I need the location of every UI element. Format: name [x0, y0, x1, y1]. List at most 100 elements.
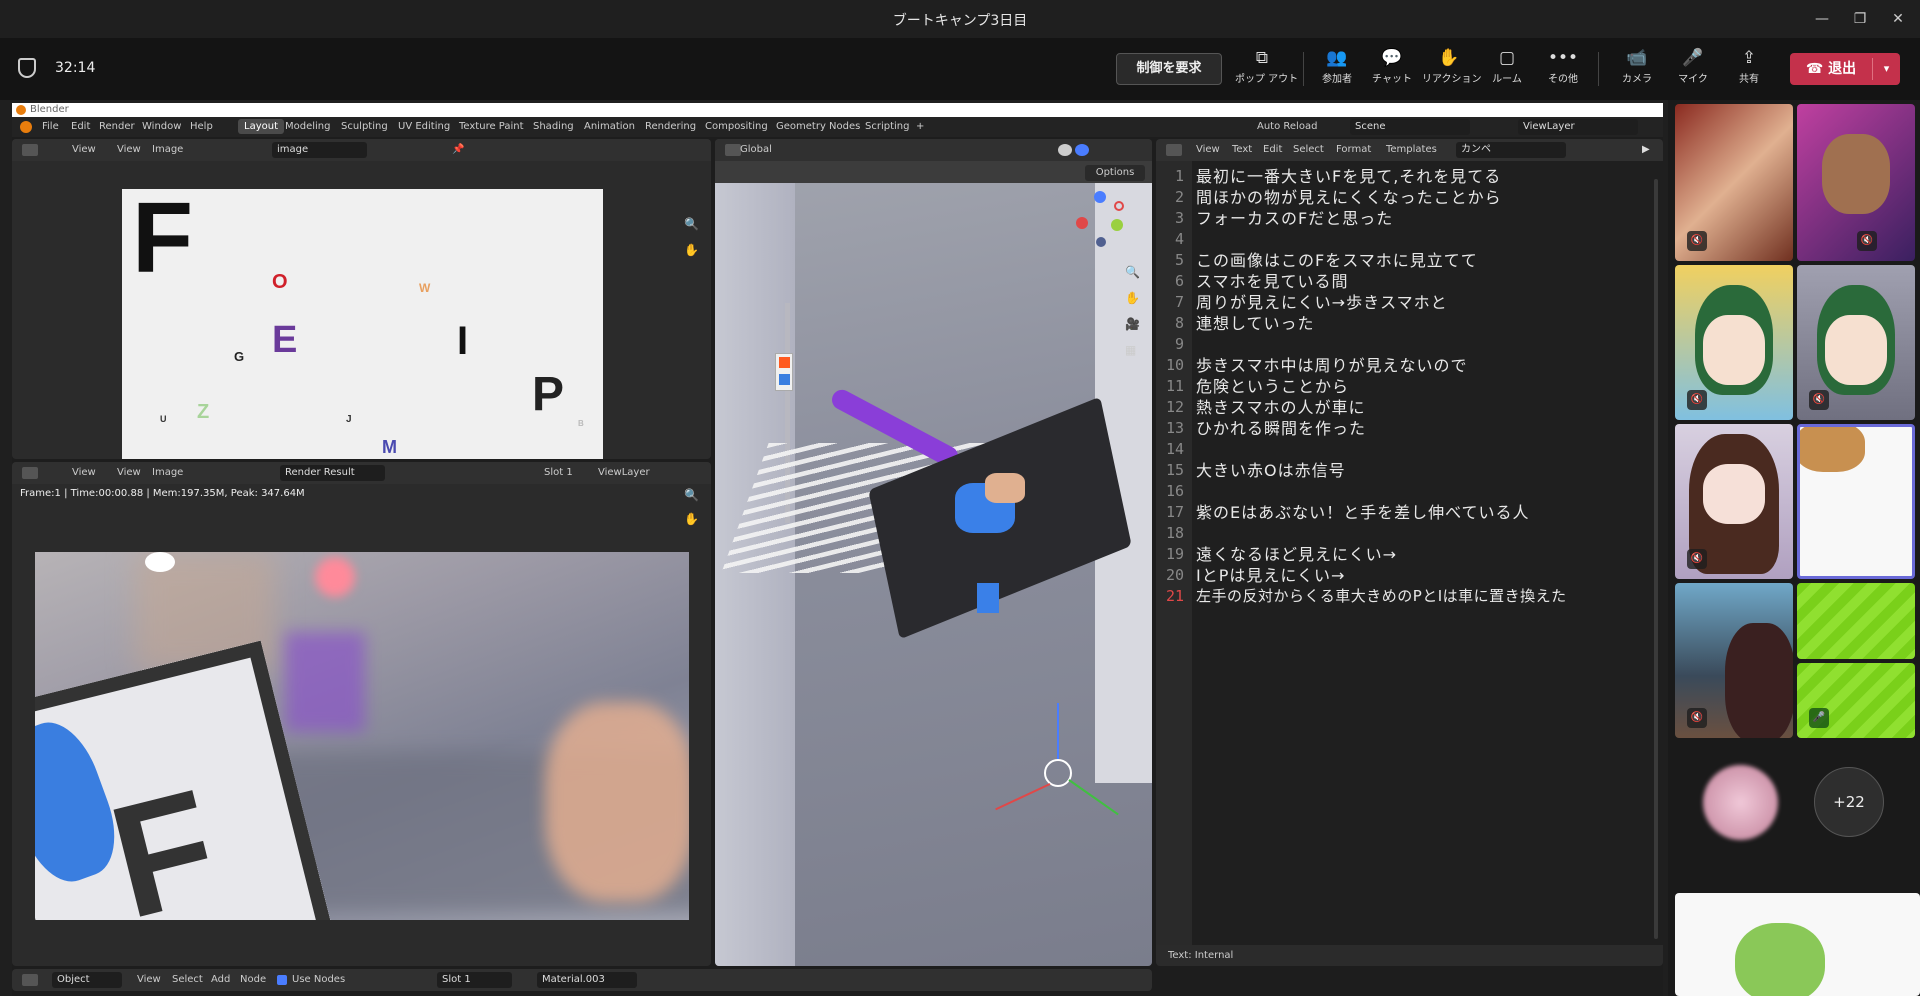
use-nodes-checkbox[interactable] — [277, 975, 287, 985]
participant-video-tile[interactable]: 🔇 — [1675, 583, 1793, 738]
text-menu-view[interactable]: View — [1196, 144, 1220, 155]
grid-icon[interactable]: ▦ — [1125, 343, 1136, 357]
text-content[interactable]: 1 最初に一番大きいFを見て,それを見てる 2 間ほかの物が見えにくくなったことから… — [1156, 166, 1656, 686]
participant-video-tile[interactable]: 🔇 — [1797, 104, 1915, 261]
text-menu-templates[interactable]: Templates — [1386, 144, 1437, 155]
image-menu[interactable]: Image — [152, 144, 183, 155]
tab-layout[interactable]: Layout — [238, 119, 284, 134]
editor-type-icon[interactable] — [22, 144, 38, 156]
leave-options-chevron-icon[interactable]: ▾ — [1873, 53, 1900, 85]
camera-button[interactable]: 📹 カメラ — [1610, 44, 1664, 96]
pan-hand-icon[interactable]: ✋ — [1125, 291, 1140, 305]
pan-hand-icon[interactable]: ✋ — [684, 243, 699, 257]
editor-type-icon[interactable] — [725, 144, 741, 156]
participant-avatar[interactable] — [1703, 765, 1778, 840]
request-control-button[interactable]: 制御を要求 — [1116, 53, 1222, 85]
poster-letter: E — [272, 319, 298, 361]
menu-render[interactable]: Render — [99, 121, 135, 132]
slot-selector[interactable]: Slot 1 — [544, 467, 573, 478]
participant-video-tile[interactable]: 🔇 — [1675, 104, 1793, 261]
render-result-field[interactable]: Render Result — [280, 465, 385, 481]
camera-view-icon[interactable]: 🎥 — [1125, 317, 1140, 331]
view-menu[interactable]: View — [72, 467, 96, 478]
text-menu-select[interactable]: Select — [1293, 144, 1324, 155]
shading-solid-icon[interactable] — [1058, 144, 1072, 156]
share-button[interactable]: ⇪ 共有 — [1722, 44, 1776, 96]
menu-window[interactable]: Window — [142, 121, 181, 132]
leave-button[interactable]: ☎ 退出 — [1790, 53, 1872, 85]
tab-sculpting[interactable]: Sculpting — [341, 121, 388, 132]
editor-type-icon[interactable] — [1166, 144, 1182, 156]
text-datablock-field[interactable]: カンペ — [1456, 142, 1566, 158]
menu-file[interactable]: File — [42, 121, 59, 132]
zoom-icon[interactable]: 🔍 — [684, 217, 699, 231]
view-menu[interactable]: View — [72, 144, 96, 155]
shading-rendered-icon[interactable] — [1075, 144, 1089, 156]
editor-type-icon[interactable] — [22, 974, 38, 986]
tab-animation[interactable]: Animation — [584, 121, 635, 132]
text-scrollbar[interactable] — [1654, 179, 1658, 939]
zoom-icon[interactable]: 🔍 — [684, 488, 699, 502]
menu-edit[interactable]: Edit — [71, 121, 90, 132]
image-menu[interactable]: Image — [152, 467, 183, 478]
popout-button[interactable]: ⧉ ポップ アウト — [1235, 44, 1298, 96]
tab-geometry-nodes[interactable]: Geometry Nodes — [776, 121, 860, 132]
view-menu[interactable]: View — [117, 144, 141, 155]
text-menu-format[interactable]: Format — [1336, 144, 1371, 155]
object-mode-selector[interactable]: Object — [52, 972, 122, 988]
menu-help[interactable]: Help — [190, 121, 213, 132]
navigation-gizmo[interactable] — [1071, 189, 1131, 249]
image-editor-header: View View Image image 📌 — [12, 139, 711, 161]
participant-video-tile[interactable] — [1797, 583, 1915, 659]
run-script-icon[interactable]: ▶ — [1642, 144, 1650, 155]
material-slot-selector[interactable]: Slot 1 — [437, 972, 512, 988]
options-button[interactable]: Options — [1085, 165, 1145, 181]
participant-video-tile[interactable]: 🔇 — [1675, 424, 1793, 579]
participant-video-tile[interactable]: 🔇 — [1797, 265, 1915, 420]
participants-button[interactable]: 👥 参加者 — [1310, 44, 1364, 96]
view-menu[interactable]: View — [117, 467, 141, 478]
tab-uv-editing[interactable]: UV Editing — [398, 121, 450, 132]
participant-video-tile[interactable] — [1675, 893, 1920, 996]
editor-type-icon[interactable] — [22, 467, 38, 479]
room-button[interactable]: ▢ ルーム — [1480, 44, 1534, 96]
zoom-icon[interactable]: 🔍 — [1125, 265, 1140, 279]
tab-scripting[interactable]: Scripting — [865, 121, 909, 132]
participant-video-tile[interactable]: 🔇 — [1675, 265, 1793, 420]
poster-letter: Z — [197, 401, 210, 423]
participant-video-tile-speaking[interactable] — [1797, 424, 1915, 579]
text-menu-edit[interactable]: Edit — [1263, 144, 1282, 155]
scene-selector[interactable]: Scene — [1350, 119, 1470, 135]
toolbar-divider — [1303, 52, 1304, 86]
node-menu-select[interactable]: Select — [172, 974, 203, 985]
more-button[interactable]: ••• その他 — [1536, 44, 1590, 96]
tab-texture-paint[interactable]: Texture Paint — [459, 121, 524, 132]
chat-button[interactable]: 💬 チャット — [1365, 44, 1419, 96]
text-menu-text[interactable]: Text — [1232, 144, 1252, 155]
close-button[interactable]: ✕ — [1886, 8, 1910, 30]
image-name-field[interactable]: image — [272, 142, 367, 158]
material-name-field[interactable]: Material.003 — [537, 972, 637, 988]
transform-orientation-selector[interactable]: Global — [740, 144, 772, 155]
auto-reload-label: Auto Reload — [1257, 121, 1318, 132]
reaction-button[interactable]: ✋ リアクション — [1422, 44, 1482, 96]
add-workspace-button[interactable]: + — [916, 121, 924, 132]
tab-shading[interactable]: Shading — [533, 121, 574, 132]
tab-modeling[interactable]: Modeling — [285, 121, 331, 132]
pin-icon[interactable]: 📌 — [452, 144, 464, 155]
tab-compositing[interactable]: Compositing — [705, 121, 768, 132]
more-participants-button[interactable]: +22 — [1814, 767, 1884, 837]
restore-button[interactable]: ❐ — [1848, 8, 1872, 30]
pan-hand-icon[interactable]: ✋ — [684, 512, 699, 526]
node-menu-add[interactable]: Add — [211, 974, 230, 985]
mic-muted-icon: 🔇 — [1809, 390, 1829, 410]
minimize-button[interactable]: — — [1810, 8, 1834, 30]
viewlayer-selector[interactable]: ViewLayer — [598, 467, 650, 478]
participant-video-tile[interactable]: 🎤 — [1797, 663, 1915, 738]
viewlayer-selector[interactable]: ViewLayer — [1518, 119, 1638, 135]
node-menu-view[interactable]: View — [137, 974, 161, 985]
mic-button[interactable]: 🎤 マイク — [1666, 44, 1720, 96]
node-menu-node[interactable]: Node — [240, 974, 266, 985]
tab-rendering[interactable]: Rendering — [645, 121, 696, 132]
blender-menu-icon[interactable] — [20, 121, 32, 133]
